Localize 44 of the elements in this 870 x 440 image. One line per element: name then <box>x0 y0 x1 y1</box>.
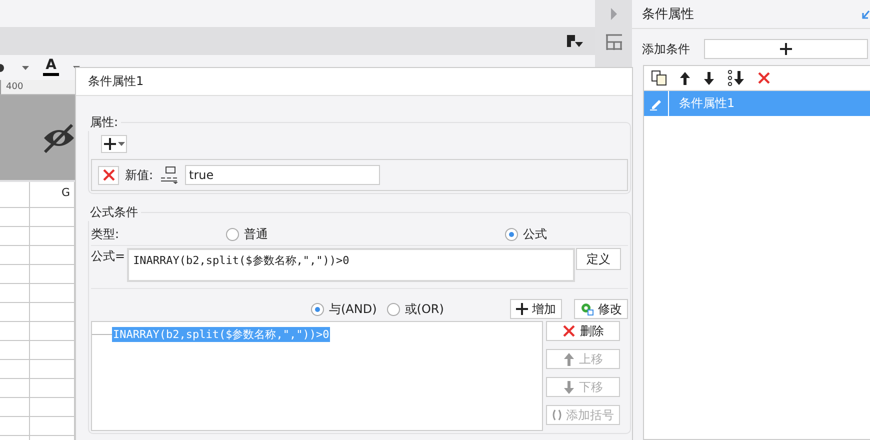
move-bottom-icon[interactable] <box>727 70 745 86</box>
define-button[interactable]: 定义 <box>576 248 622 270</box>
up-arrow-icon <box>563 352 575 366</box>
down-arrow-icon <box>563 380 575 394</box>
formula-field[interactable]: INARRAY(b2,split($参数名称,","))>0 <box>127 248 576 282</box>
move-down-icon[interactable] <box>703 70 715 86</box>
edit-gear-icon <box>580 302 594 316</box>
format-icon[interactable] <box>567 35 583 47</box>
collapse-arrow-icon[interactable] <box>862 10 870 18</box>
move-up-icon[interactable] <box>679 70 691 86</box>
brackets-icon <box>552 409 562 421</box>
type-radio[interactable]: 公式 <box>505 226 548 242</box>
remove-button[interactable] <box>98 166 119 184</box>
ruler: 400 <box>0 80 76 95</box>
add-button[interactable]: 增加 <box>510 299 562 319</box>
join-radio[interactable]: 与(AND) <box>311 300 377 318</box>
type-radio[interactable]: 普通 <box>226 226 268 242</box>
copy-icon[interactable] <box>651 70 667 86</box>
modify-button[interactable]: 修改 <box>574 299 628 319</box>
section-title: 属性: <box>90 115 118 129</box>
font-color-button[interactable]: A <box>43 59 59 76</box>
section-title: 公式条件 <box>90 205 138 219</box>
plus-icon <box>516 303 528 315</box>
join-radio[interactable]: 或(OR) <box>386 300 444 318</box>
caret-icon <box>22 66 29 70</box>
property-label: 新值: <box>125 166 154 184</box>
delete-button[interactable]: 删除 <box>546 321 620 341</box>
delete-icon[interactable] <box>757 71 771 85</box>
formula-label: 公式= <box>91 248 126 265</box>
close-icon <box>102 168 116 182</box>
column-header: G <box>61 185 70 201</box>
dialog-title: 条件属性1 <box>88 73 144 90</box>
layout-icon[interactable] <box>604 34 622 50</box>
delete-icon <box>562 324 576 338</box>
plus-icon <box>779 42 793 56</box>
value-field[interactable]: true <box>185 165 380 185</box>
plus-icon <box>103 137 117 151</box>
add-property-button[interactable] <box>101 135 127 153</box>
eye-slash-icon <box>42 122 76 152</box>
add-condition-label: 添加条件 <box>642 40 690 58</box>
type-label: 类型: <box>91 226 120 242</box>
caret-icon <box>118 142 125 146</box>
panel-title: 条件属性 <box>642 6 694 23</box>
value-type-icon[interactable] <box>159 166 180 184</box>
